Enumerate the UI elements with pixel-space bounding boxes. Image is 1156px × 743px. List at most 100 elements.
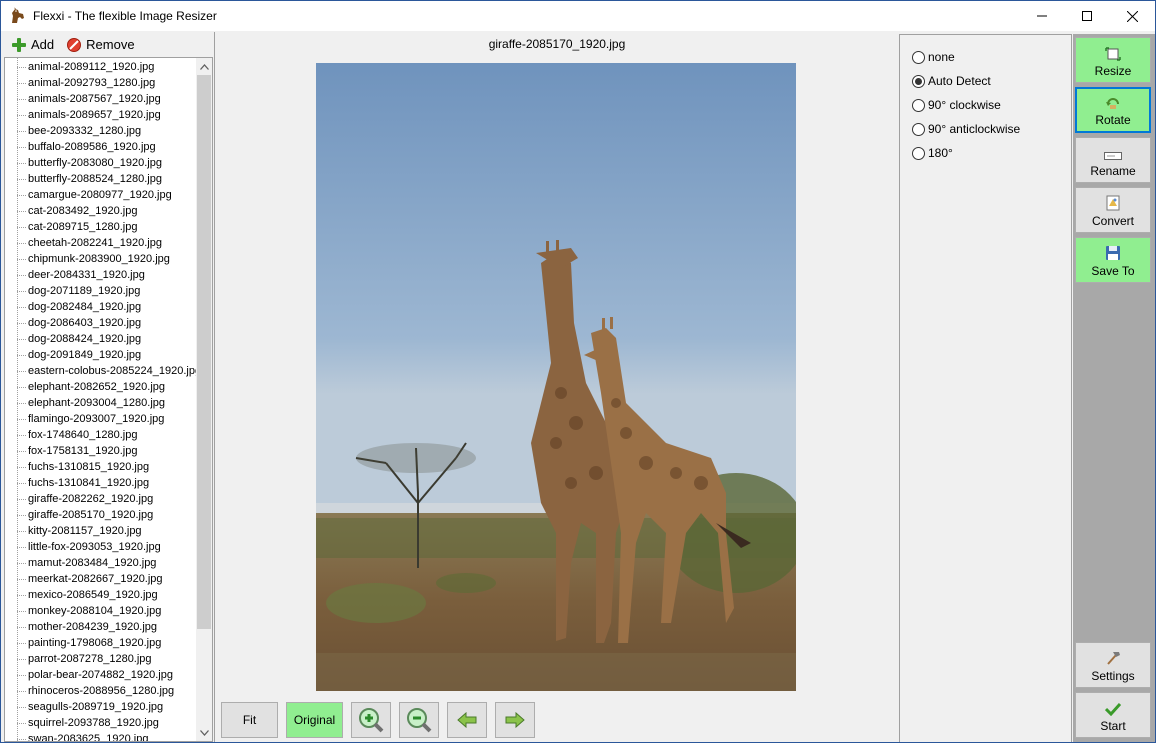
save-to-button[interactable]: Save To [1075, 237, 1151, 283]
rotation-option-label: Auto Detect [928, 74, 991, 88]
close-icon [1126, 10, 1138, 22]
rotation-option-anticlockwise[interactable]: 90° anticlockwise [912, 122, 1020, 136]
file-list-item[interactable]: flamingo-2093007_1920.jpg [5, 411, 212, 427]
rotate-button[interactable]: Rotate [1075, 87, 1151, 133]
arrow-left-icon [457, 712, 477, 728]
resize-button[interactable]: Resize [1075, 37, 1151, 83]
arrow-right-icon [505, 712, 525, 728]
fit-label: Fit [242, 713, 257, 727]
file-list-item[interactable]: kitty-2081157_1920.jpg [5, 523, 212, 539]
file-list-item[interactable]: parrot-2087278_1280.jpg [5, 651, 212, 667]
add-button[interactable]: Add [11, 37, 54, 53]
file-list-item[interactable]: seagulls-2089719_1920.jpg [5, 699, 212, 715]
minimize-button[interactable] [1019, 1, 1065, 31]
file-list-scrollbar[interactable] [196, 58, 212, 741]
file-list[interactable]: animal-2089112_1920.jpg animal-2092793_12… [4, 57, 213, 742]
radio-clockwise[interactable] [912, 98, 925, 112]
file-items: animal-2089112_1920.jpg animal-2092793_12… [5, 58, 212, 741]
file-list-item[interactable]: giraffe-2085170_1920.jpg [5, 507, 212, 523]
convert-icon [1106, 195, 1120, 211]
file-list-item[interactable]: little-fox-2093053_1920.jpg [5, 539, 212, 555]
settings-button[interactable]: Settings [1075, 642, 1151, 688]
file-list-item[interactable]: deer-2084331_1920.jpg [5, 267, 212, 283]
convert-label: Convert [1091, 214, 1135, 228]
file-list-item[interactable]: dog-2088424_1920.jpg [5, 331, 212, 347]
rotation-option-none[interactable]: none [912, 50, 955, 64]
rotation-option-clockwise[interactable]: 90° clockwise [912, 98, 1001, 112]
app-window: Flexxi - The flexible Image Resizer Add [0, 0, 1156, 743]
chevron-down-icon [199, 729, 209, 736]
file-list-item[interactable]: mamut-2083484_1920.jpg [5, 555, 212, 571]
file-list-item[interactable]: monkey-2088104_1920.jpg [5, 603, 212, 619]
rename-button[interactable]: Rename [1075, 137, 1151, 183]
file-panel: Add Remove animal-2089112_1920.jpg animal… [1, 32, 215, 742]
radio-180[interactable] [912, 146, 925, 160]
floppy-disk-icon [1106, 246, 1120, 260]
close-button[interactable] [1109, 1, 1155, 31]
file-list-item[interactable]: dog-2082484_1920.jpg [5, 299, 212, 315]
start-button[interactable]: Start [1075, 692, 1151, 738]
zoom-in-button[interactable] [351, 702, 391, 738]
file-list-item[interactable]: cat-2089715_1280.jpg [5, 219, 212, 235]
file-list-item[interactable]: buffalo-2089586_1920.jpg [5, 139, 212, 155]
radio-none[interactable] [912, 50, 925, 64]
file-list-item[interactable]: fox-1758131_1920.jpg [5, 443, 212, 459]
remove-icon [67, 37, 82, 52]
file-list-item[interactable]: meerkat-2082667_1920.jpg [5, 571, 212, 587]
file-list-item[interactable]: squirrel-2093788_1920.jpg [5, 715, 212, 731]
settings-label: Settings [1091, 669, 1135, 683]
radio-anticlockwise[interactable] [912, 122, 925, 136]
next-image-button[interactable] [495, 702, 535, 738]
file-list-item[interactable]: bee-2093332_1280.jpg [5, 123, 212, 139]
file-list-item[interactable]: swan-2083625_1920.jpg [5, 731, 212, 741]
file-list-item[interactable]: rhinoceros-2088956_1280.jpg [5, 683, 212, 699]
fit-button[interactable]: Fit [221, 702, 278, 738]
rotation-option-label: 90° anticlockwise [928, 122, 1021, 136]
scroll-up-button[interactable] [196, 58, 212, 75]
rotation-option-180[interactable]: 180° [912, 146, 953, 160]
resize-label: Resize [1094, 64, 1132, 78]
save-to-label: Save To [1091, 264, 1135, 278]
remove-button[interactable]: Remove [66, 37, 135, 53]
rotate-icon [1106, 98, 1119, 109]
file-list-item[interactable]: giraffe-2082262_1920.jpg [5, 491, 212, 507]
rotation-option-auto-detect[interactable]: Auto Detect [912, 74, 991, 88]
file-list-item[interactable]: fuchs-1310841_1920.jpg [5, 475, 212, 491]
file-list-item[interactable]: butterfly-2083080_1920.jpg [5, 155, 212, 171]
convert-button[interactable]: Convert [1075, 187, 1151, 233]
file-list-item[interactable]: fox-1748640_1280.jpg [5, 427, 212, 443]
file-list-item[interactable]: eastern-colobus-2085224_1920.jpg [5, 363, 212, 379]
file-list-item[interactable]: animal-2092793_1280.jpg [5, 75, 212, 91]
zoom-navigation-bar: Fit Original [221, 702, 535, 738]
file-list-item[interactable]: dog-2071189_1920.jpg [5, 283, 212, 299]
file-list-item[interactable]: elephant-2093004_1280.jpg [5, 395, 212, 411]
file-list-item[interactable]: painting-1798068_1920.jpg [5, 635, 212, 651]
scroll-down-button[interactable] [196, 724, 212, 741]
file-list-item[interactable]: elephant-2082652_1920.jpg [5, 379, 212, 395]
file-list-item[interactable]: butterfly-2088524_1280.jpg [5, 171, 212, 187]
file-list-item[interactable]: mother-2084239_1920.jpg [5, 619, 212, 635]
scroll-thumb[interactable] [197, 75, 211, 629]
file-list-item[interactable]: cheetah-2082241_1920.jpg [5, 235, 212, 251]
file-list-item[interactable]: animals-2089657_1920.jpg [5, 107, 212, 123]
zoom-out-button[interactable] [399, 702, 439, 738]
file-list-item[interactable]: cat-2083492_1920.jpg [5, 203, 212, 219]
preview-area: giraffe-2085170_1920.jpg Fit Original [216, 32, 898, 742]
file-list-item[interactable]: fuchs-1310815_1920.jpg [5, 459, 212, 475]
add-label: Add [31, 37, 55, 52]
original-button[interactable]: Original [286, 702, 343, 738]
title-bar: Flexxi - The flexible Image Resizer [1, 1, 1155, 31]
file-list-item[interactable]: camargue-2080977_1920.jpg [5, 187, 212, 203]
file-list-item[interactable]: animal-2089112_1920.jpg [5, 59, 212, 75]
previous-image-button[interactable] [447, 702, 487, 738]
file-list-item[interactable]: mexico-2086549_1920.jpg [5, 587, 212, 603]
chevron-up-icon [199, 63, 209, 70]
file-list-item[interactable]: chipmunk-2083900_1920.jpg [5, 251, 212, 267]
file-list-item[interactable]: polar-bear-2074882_1920.jpg [5, 667, 212, 683]
plus-icon [12, 37, 26, 52]
file-list-item[interactable]: dog-2091849_1920.jpg [5, 347, 212, 363]
radio-auto-detect[interactable] [912, 74, 925, 88]
file-list-item[interactable]: animals-2087567_1920.jpg [5, 91, 212, 107]
file-list-item[interactable]: dog-2086403_1920.jpg [5, 315, 212, 331]
maximize-button[interactable] [1064, 1, 1110, 31]
